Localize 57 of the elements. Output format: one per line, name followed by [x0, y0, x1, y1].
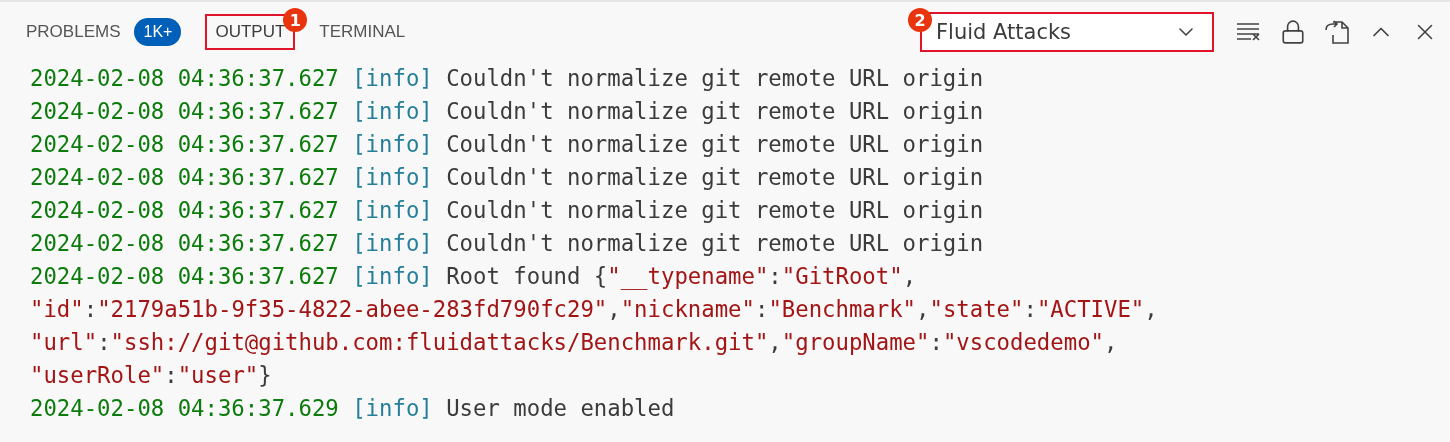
- json-string: "ssh://git@github.com:fluidattacks/Benchmark.git": [110, 329, 769, 355]
- log-message: Couldn't normalize git remote URL origin: [446, 98, 984, 124]
- json-string: "nickname": [620, 296, 755, 322]
- log-message: Couldn't normalize git remote URL origin: [446, 164, 984, 190]
- panel-tab[interactable]: PROBLEMS 1K+: [16, 10, 192, 54]
- log-message: User mode enabled: [446, 395, 675, 421]
- log-message: }: [258, 362, 272, 388]
- log-message: :: [1023, 296, 1037, 322]
- count-badge: 1K+: [134, 18, 182, 46]
- log-message: ,: [607, 296, 621, 322]
- json-string: "url": [30, 329, 98, 355]
- json-string: "2179a51b-9f35-4822-abee-283fd790fc29": [97, 296, 608, 322]
- log-message: :: [83, 296, 98, 322]
- log-timestamp: 2024-02-08 04:36:37.627: [30, 98, 339, 124]
- callout-marker: 2: [908, 8, 932, 32]
- log-timestamp: 2024-02-08 04:36:37.627: [30, 164, 339, 190]
- log-message: :: [754, 296, 769, 322]
- log-message: Couldn't normalize git remote URL origin: [446, 230, 984, 256]
- json-string: "GitRoot": [781, 263, 903, 289]
- log-message: ,: [1104, 329, 1118, 355]
- json-string: "userRole": [30, 362, 165, 388]
- log-level: [info]: [352, 395, 433, 421]
- log-message: ,: [1144, 296, 1158, 322]
- json-string: "state": [929, 296, 1024, 322]
- log-message: Couldn't normalize git remote URL origin: [446, 197, 984, 223]
- log-level: [info]: [352, 65, 433, 91]
- log-level: [info]: [352, 230, 433, 256]
- log-timestamp: 2024-02-08 04:36:37.627: [30, 65, 339, 91]
- json-string: "ACTIVE": [1036, 296, 1145, 322]
- log-timestamp: 2024-02-08 04:36:37.627: [30, 263, 339, 289]
- log-message: :: [97, 329, 111, 355]
- log-message: Root found {: [446, 263, 608, 289]
- json-string: "groupName": [781, 329, 930, 355]
- log-message: ,: [768, 329, 782, 355]
- log-timestamp: 2024-02-08 04:36:37.627: [30, 230, 339, 256]
- log-level: [info]: [352, 98, 433, 124]
- json-string: "vscodedemo": [942, 329, 1104, 355]
- log-timestamp: 2024-02-08 04:36:37.627: [30, 131, 339, 157]
- log-level: [info]: [352, 263, 433, 289]
- json-string: "id": [30, 296, 84, 322]
- log-message: :: [929, 329, 943, 355]
- log-message: ,: [916, 296, 930, 322]
- log-timestamp: 2024-02-08 04:36:37.627: [30, 197, 339, 223]
- log-message: Couldn't normalize git remote URL origin: [446, 131, 984, 157]
- json-string: "__typename": [607, 263, 769, 289]
- panel-tab[interactable]: TERMINAL: [309, 14, 416, 50]
- log-message: Couldn't normalize git remote URL origin: [446, 65, 984, 91]
- log-message: :: [164, 362, 178, 388]
- json-string: "Benchmark": [768, 296, 917, 322]
- log-message: ,: [902, 263, 917, 289]
- log-level: [info]: [352, 131, 433, 157]
- log-message: :: [768, 263, 782, 289]
- log-level: [info]: [352, 164, 433, 190]
- callout-marker: 1: [283, 8, 308, 32]
- json-string: "user": [177, 362, 259, 388]
- log-level: [info]: [352, 197, 433, 223]
- log-timestamp: 2024-02-08 04:36:37.629: [30, 395, 339, 421]
